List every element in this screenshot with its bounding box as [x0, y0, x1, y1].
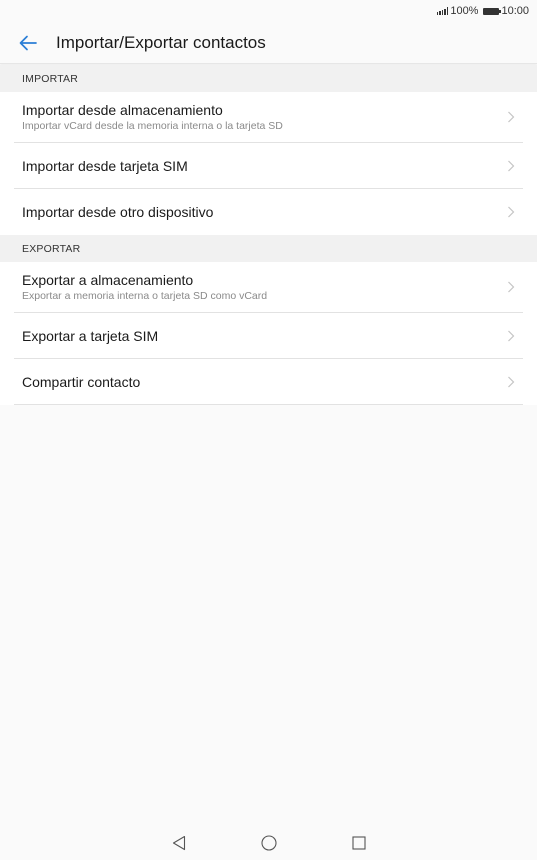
- battery-icon: [483, 7, 502, 15]
- square-recents-icon: [351, 836, 366, 850]
- screen: 100% 10:00 Importar/Exportar contactos I…: [0, 0, 537, 860]
- item-subtitle: Importar vCard desde la memoria interna …: [22, 120, 283, 132]
- circle-home-icon: [260, 835, 277, 851]
- nav-back-button[interactable]: [169, 833, 189, 853]
- chevron-right-icon: [508, 281, 515, 293]
- chevron-right-icon: [508, 330, 515, 341]
- share-contact-item[interactable]: Compartir contacto: [14, 359, 523, 405]
- item-title: Compartir contacto: [22, 373, 141, 390]
- item-subtitle: Exportar a memoria interna o tarjeta SD …: [22, 290, 268, 302]
- back-button[interactable]: [0, 22, 56, 64]
- item-title: Importar desde tarjeta SIM: [22, 157, 188, 174]
- battery-percent: 100%: [450, 5, 479, 17]
- page-title: Importar/Exportar contactos: [56, 32, 266, 52]
- system-nav-bar: [0, 826, 537, 860]
- export-to-storage-item[interactable]: Exportar a almacenamiento Exportar a mem…: [14, 262, 523, 313]
- signal-icon: [436, 7, 449, 15]
- section-header-export: EXPORTAR: [0, 235, 537, 262]
- clock: 10:00: [501, 5, 529, 17]
- status-bar: 100% 10:00: [0, 0, 537, 22]
- import-from-other-device-item[interactable]: Importar desde otro dispositivo: [14, 189, 523, 235]
- section-header-import: IMPORTAR: [0, 65, 537, 92]
- chevron-right-icon: [508, 206, 515, 218]
- export-to-sim-item[interactable]: Exportar a tarjeta SIM: [14, 313, 523, 359]
- chevron-right-icon: [508, 111, 515, 123]
- arrow-left-icon: [19, 35, 37, 50]
- nav-recents-button[interactable]: [349, 833, 369, 853]
- chevron-right-icon: [508, 376, 515, 387]
- import-group: Importar desde almacenamiento Importar v…: [0, 92, 537, 235]
- item-title: Exportar a almacenamiento: [22, 272, 194, 288]
- app-bar: Importar/Exportar contactos: [0, 22, 537, 64]
- chevron-right-icon: [508, 160, 515, 171]
- nav-home-button[interactable]: [259, 833, 279, 853]
- item-title: Exportar a tarjeta SIM: [22, 327, 159, 344]
- triangle-back-icon: [172, 835, 185, 851]
- item-title: Importar desde almacenamiento: [22, 102, 223, 118]
- export-group: Exportar a almacenamiento Exportar a mem…: [0, 262, 537, 405]
- settings-list: IMPORTAR Importar desde almacenamiento I…: [0, 65, 537, 405]
- import-from-sim-item[interactable]: Importar desde tarjeta SIM: [14, 143, 523, 189]
- import-from-storage-item[interactable]: Importar desde almacenamiento Importar v…: [14, 92, 523, 143]
- item-title: Importar desde otro dispositivo: [22, 204, 214, 220]
